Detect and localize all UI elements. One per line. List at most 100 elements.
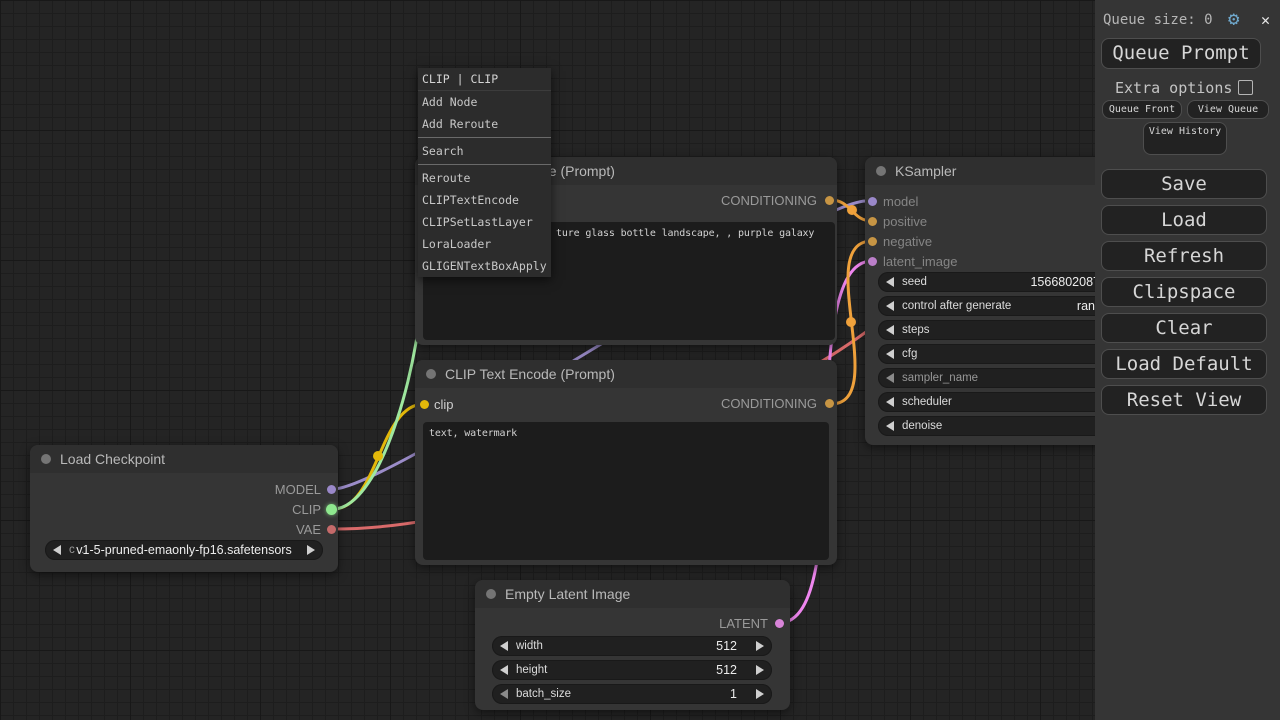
queue-size-label: Queue size: 0 bbox=[1103, 12, 1213, 28]
context-menu: CLIP | CLIP Add Node Add Reroute Search … bbox=[418, 68, 551, 277]
output-label-conditioning: CONDITIONING bbox=[721, 193, 817, 208]
input-slot-positive[interactable] bbox=[868, 217, 877, 226]
menu-item-loraloader[interactable]: LoraLoader bbox=[418, 233, 551, 255]
reset-view-button[interactable]: Reset View bbox=[1101, 385, 1267, 415]
decrement-arrow-icon[interactable] bbox=[500, 641, 508, 651]
menu-item-gligentextboxapply[interactable]: GLIGENTextBoxApply bbox=[418, 255, 551, 277]
load-default-button[interactable]: Load Default bbox=[1101, 349, 1267, 379]
node-title-bar[interactable]: Empty Latent Image bbox=[475, 580, 790, 608]
link-dot-clip bbox=[373, 451, 383, 461]
widget-label: height bbox=[516, 660, 547, 680]
input-slot-negative[interactable] bbox=[868, 237, 877, 246]
output-label-clip: CLIP bbox=[292, 502, 321, 517]
output-slot-model[interactable] bbox=[327, 485, 336, 494]
decrement-arrow-icon[interactable] bbox=[886, 301, 894, 311]
height-widget[interactable]: height 512 bbox=[492, 660, 772, 680]
input-label-positive: positive bbox=[883, 214, 927, 229]
output-label-model: MODEL bbox=[275, 482, 321, 497]
menu-item-clipsetlastlayer[interactable]: CLIPSetLastLayer bbox=[418, 211, 551, 233]
output-slot-clip[interactable] bbox=[326, 504, 337, 515]
widget-label: batch_size bbox=[516, 684, 571, 704]
input-slot-model[interactable] bbox=[868, 197, 877, 206]
output-slot-conditioning[interactable] bbox=[825, 196, 834, 205]
node-empty-latent-image[interactable]: Empty Latent Image LATENT width 512 heig… bbox=[475, 580, 790, 710]
output-label-latent: LATENT bbox=[719, 616, 768, 631]
increment-arrow-icon[interactable] bbox=[307, 545, 315, 555]
node-clip-text-encode-negative[interactable]: CLIP Text Encode (Prompt) clip CONDITION… bbox=[415, 360, 837, 565]
refresh-button[interactable]: Refresh bbox=[1101, 241, 1267, 271]
node-graph-canvas[interactable]: CLIP Text Encode (Prompt) clip CONDITION… bbox=[0, 0, 1280, 720]
queue-front-button[interactable]: Queue Front bbox=[1102, 100, 1182, 119]
widget-label: sampler_name bbox=[902, 368, 978, 388]
node-title: KSampler bbox=[895, 157, 956, 185]
view-queue-button[interactable]: View Queue bbox=[1187, 100, 1269, 119]
menu-item-add-reroute[interactable]: Add Reroute bbox=[418, 113, 551, 135]
output-label-conditioning: CONDITIONING bbox=[721, 396, 817, 411]
link-dot-negative bbox=[846, 317, 856, 327]
clipspace-button[interactable]: Clipspace bbox=[1101, 277, 1267, 307]
node-collapse-dot[interactable] bbox=[426, 369, 436, 379]
context-menu-title: CLIP | CLIP bbox=[418, 68, 551, 91]
close-icon[interactable]: ✕ bbox=[1261, 11, 1270, 29]
node-title: CLIP Text Encode (Prompt) bbox=[445, 360, 615, 388]
save-button[interactable]: Save bbox=[1101, 169, 1267, 199]
link-dot-positive bbox=[847, 205, 857, 215]
gear-icon[interactable]: ⚙ bbox=[1228, 8, 1239, 30]
node-title: Load Checkpoint bbox=[60, 445, 165, 473]
decrement-arrow-icon[interactable] bbox=[886, 421, 894, 431]
widget-value: ran bbox=[1077, 296, 1095, 316]
comfy-menu-panel: Queue size: 0 ⚙ ✕ Queue Prompt Extra opt… bbox=[1095, 0, 1280, 720]
node-title-bar[interactable]: CLIP Text Encode (Prompt) bbox=[415, 360, 837, 388]
decrement-arrow-icon[interactable] bbox=[886, 397, 894, 407]
menu-item-add-node[interactable]: Add Node bbox=[418, 91, 551, 113]
decrement-arrow-icon[interactable] bbox=[886, 349, 894, 359]
decrement-arrow-icon[interactable] bbox=[886, 277, 894, 287]
clear-button[interactable]: Clear bbox=[1101, 313, 1267, 343]
widget-label: steps bbox=[902, 320, 930, 340]
view-history-button[interactable]: View History bbox=[1143, 122, 1227, 155]
menu-item-reroute[interactable]: Reroute bbox=[418, 167, 551, 189]
output-slot-latent[interactable] bbox=[775, 619, 784, 628]
node-collapse-dot[interactable] bbox=[486, 589, 496, 599]
menu-separator bbox=[418, 137, 551, 138]
input-slot-clip[interactable] bbox=[420, 400, 429, 409]
ckpt-name-widget[interactable]: c ... v1-5-pruned-emaonly-fp16.safetenso… bbox=[45, 540, 323, 560]
output-slot-conditioning[interactable] bbox=[825, 399, 834, 408]
menu-separator bbox=[418, 164, 551, 165]
increment-arrow-icon[interactable] bbox=[756, 641, 764, 651]
widget-value: v1-5-pruned-emaonly-fp16.safetensors bbox=[45, 540, 323, 560]
decrement-arrow-icon[interactable] bbox=[500, 665, 508, 675]
node-collapse-dot[interactable] bbox=[41, 454, 51, 464]
decrement-arrow-icon[interactable] bbox=[886, 325, 894, 335]
widget-value: 1 bbox=[730, 684, 737, 704]
widget-label: control after generate bbox=[902, 296, 1011, 316]
widget-label: scheduler bbox=[902, 392, 952, 412]
output-slot-vae[interactable] bbox=[327, 525, 336, 534]
widget-label: cfg bbox=[902, 344, 917, 364]
menu-item-search[interactable]: Search bbox=[418, 140, 551, 162]
extra-options-checkbox[interactable] bbox=[1238, 80, 1253, 95]
output-label-vae: VAE bbox=[296, 522, 321, 537]
widget-label: denoise bbox=[902, 416, 942, 436]
queue-prompt-button[interactable]: Queue Prompt bbox=[1101, 38, 1261, 69]
input-label-clip: clip bbox=[434, 397, 454, 412]
increment-arrow-icon[interactable] bbox=[756, 689, 764, 699]
decrement-arrow-icon[interactable] bbox=[886, 373, 894, 383]
load-button[interactable]: Load bbox=[1101, 205, 1267, 235]
node-collapse-dot[interactable] bbox=[876, 166, 886, 176]
widget-value: 512 bbox=[716, 636, 737, 656]
decrement-arrow-icon[interactable] bbox=[500, 689, 508, 699]
extra-options-label: Extra options bbox=[1115, 79, 1232, 97]
prompt-textarea[interactable]: text, watermark bbox=[423, 422, 829, 560]
width-widget[interactable]: width 512 bbox=[492, 636, 772, 656]
input-slot-latent-image[interactable] bbox=[868, 257, 877, 266]
widget-label: width bbox=[516, 636, 543, 656]
input-label-latent-image: latent_image bbox=[883, 254, 957, 269]
menu-item-cliptextencode[interactable]: CLIPTextEncode bbox=[418, 189, 551, 211]
batch-size-widget[interactable]: batch_size 1 bbox=[492, 684, 772, 704]
node-title-bar[interactable]: Load Checkpoint bbox=[30, 445, 338, 473]
increment-arrow-icon[interactable] bbox=[756, 665, 764, 675]
node-load-checkpoint[interactable]: Load Checkpoint MODEL CLIP VAE c ... v1-… bbox=[30, 445, 338, 572]
input-label-model: model bbox=[883, 194, 918, 209]
widget-value: 1566802087 bbox=[1030, 272, 1100, 292]
